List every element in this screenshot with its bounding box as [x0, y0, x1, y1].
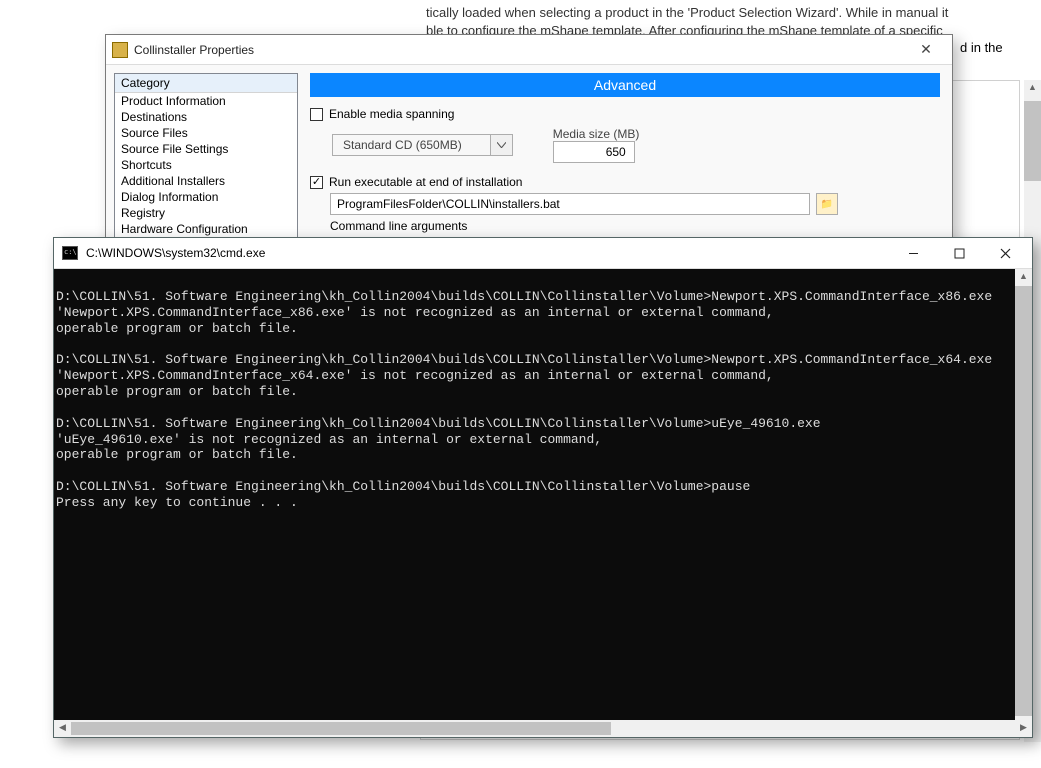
- media-size-label: Media size (MB): [553, 127, 640, 141]
- folder-icon: 📁: [821, 199, 833, 210]
- category-item[interactable]: Hardware Configuration: [115, 221, 297, 237]
- advanced-header-button[interactable]: Advanced: [310, 73, 940, 97]
- category-list[interactable]: Category Product Information Destination…: [114, 73, 298, 263]
- category-item[interactable]: Source Files: [115, 125, 297, 141]
- category-item[interactable]: Additional Installers: [115, 173, 297, 189]
- cmd-window: C:\WINDOWS\system32\cmd.exe D:\COLLIN\51…: [53, 237, 1033, 738]
- scroll-thumb[interactable]: [71, 722, 611, 735]
- media-type-combobox[interactable]: Standard CD (650MB): [332, 134, 513, 156]
- media-type-value: Standard CD (650MB): [332, 134, 491, 156]
- enable-media-spanning-label: Enable media spanning: [329, 107, 454, 121]
- chevron-down-icon[interactable]: [491, 134, 513, 156]
- scroll-left-arrow-icon[interactable]: ◀: [54, 720, 71, 737]
- scroll-right-arrow-icon[interactable]: ▶: [1015, 720, 1032, 737]
- close-icon[interactable]: ✕: [906, 39, 946, 61]
- run-executable-checkbox[interactable]: [310, 176, 323, 189]
- category-item[interactable]: Shortcuts: [115, 157, 297, 173]
- cmd-scrollbar-horizontal[interactable]: ◀ ▶: [54, 720, 1032, 737]
- category-item[interactable]: Product Information: [115, 93, 297, 109]
- cmd-scrollbar-vertical[interactable]: ▲: [1015, 269, 1032, 720]
- dialog-titlebar[interactable]: Collinstaller Properties ✕: [106, 35, 952, 65]
- terminal-output[interactable]: D:\COLLIN\51. Software Engineering\kh_Co…: [54, 269, 1032, 720]
- browse-button[interactable]: 📁: [816, 193, 838, 215]
- command-line-args-label: Command line arguments: [330, 219, 940, 233]
- background-doc-tail: d in the: [960, 40, 1003, 55]
- scroll-thumb[interactable]: [1024, 101, 1041, 181]
- category-item[interactable]: Dialog Information: [115, 189, 297, 205]
- maximize-button[interactable]: [936, 239, 982, 268]
- executable-path-input[interactable]: ProgramFilesFolder\COLLIN\installers.bat: [330, 193, 810, 215]
- minimize-button[interactable]: [890, 239, 936, 268]
- category-item[interactable]: Source File Settings: [115, 141, 297, 157]
- close-button[interactable]: [982, 239, 1028, 268]
- category-item[interactable]: Registry: [115, 205, 297, 221]
- scroll-up-arrow-icon[interactable]: ▲: [1024, 80, 1041, 97]
- cmd-icon: [62, 246, 78, 260]
- enable-media-spanning-checkbox[interactable]: [310, 108, 323, 121]
- cmd-titlebar[interactable]: C:\WINDOWS\system32\cmd.exe: [54, 238, 1032, 269]
- dialog-title: Collinstaller Properties: [134, 43, 906, 57]
- scroll-thumb[interactable]: [1015, 286, 1032, 716]
- run-executable-label: Run executable at end of installation: [329, 175, 522, 189]
- category-item[interactable]: Destinations: [115, 109, 297, 125]
- app-icon: [112, 42, 128, 58]
- cmd-title: C:\WINDOWS\system32\cmd.exe: [86, 246, 265, 260]
- scroll-up-arrow-icon[interactable]: ▲: [1015, 269, 1032, 286]
- media-size-input[interactable]: 650: [553, 141, 635, 163]
- category-header: Category: [115, 74, 297, 93]
